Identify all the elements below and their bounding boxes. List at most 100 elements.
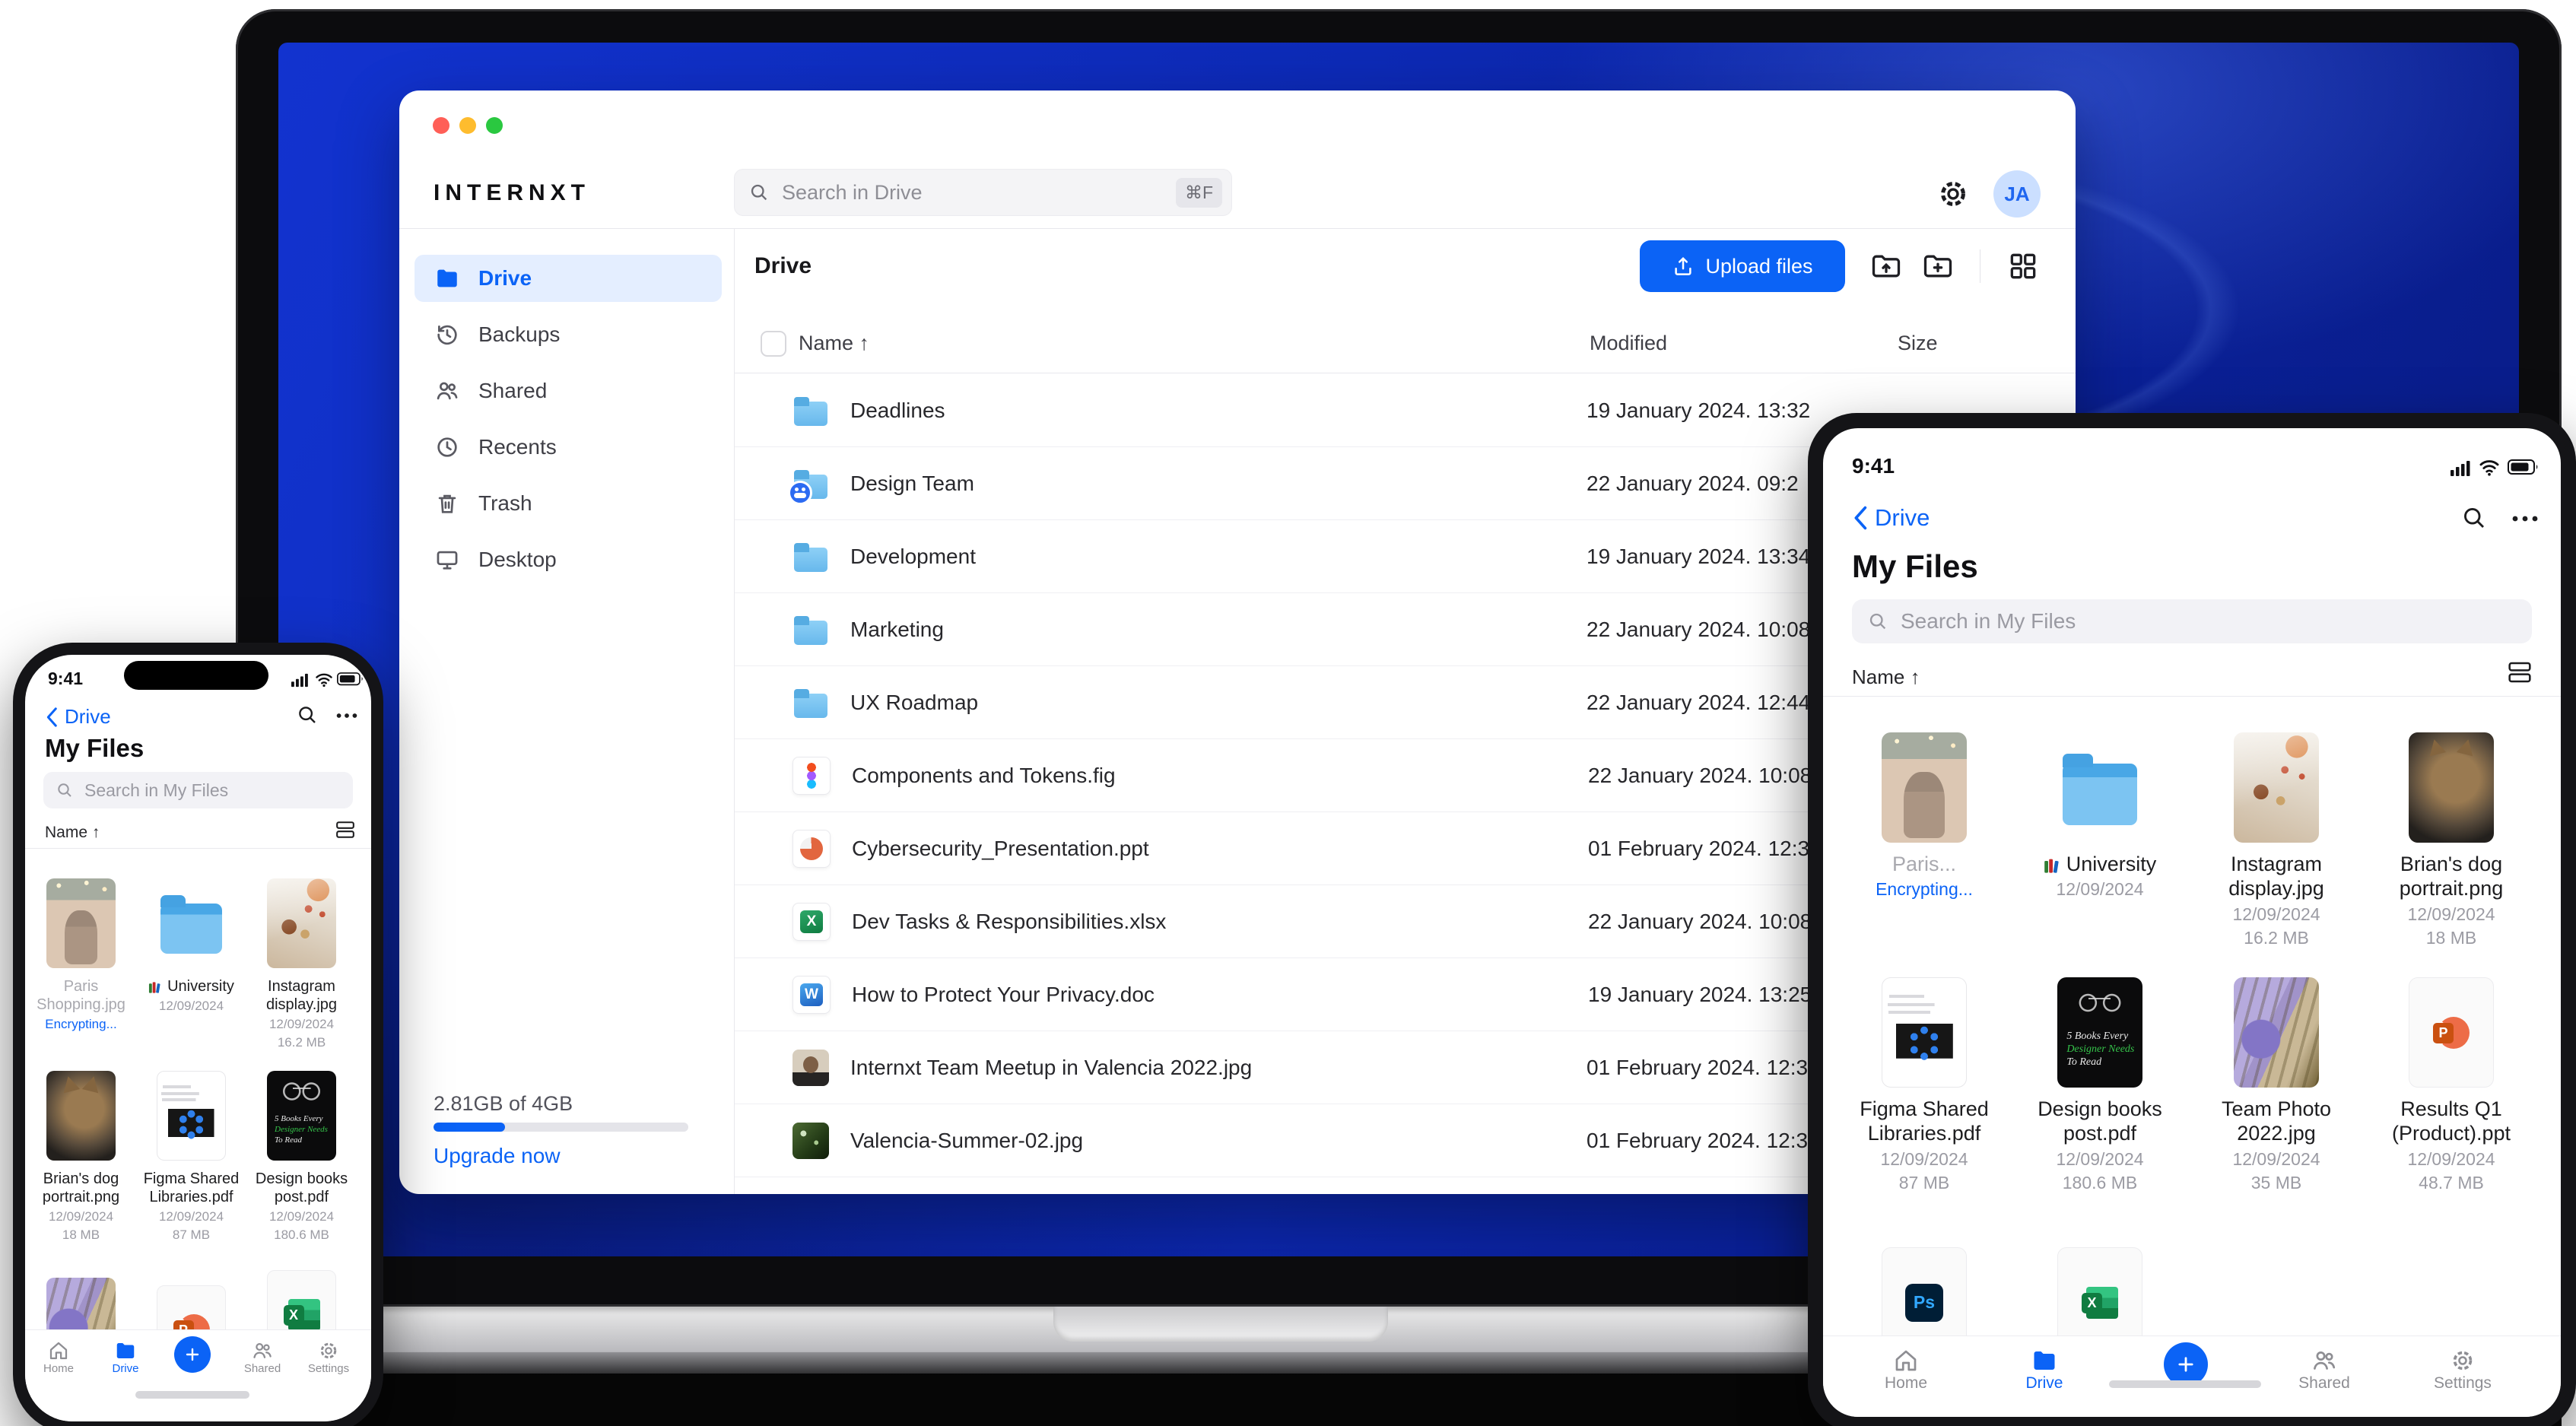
sidebar-item-backups[interactable]: Backups [415,311,722,358]
sidebar-item-label: Shared [478,379,548,402]
sidebar-item-recents[interactable]: Recents [415,424,722,471]
excel-icon: X [2082,1285,2118,1321]
sort-control[interactable]: Name ↑ [45,824,100,842]
file-date: 12/09/2024 [2056,879,2144,900]
wifi-icon [316,673,332,688]
tab-home[interactable]: Home [28,1339,89,1375]
grid-item-results-q1[interactable]: P Results Q1 (Product).ppt 12/09/2024 48… [2375,977,2527,1193]
battery-icon [2508,459,2539,476]
file-name: Design books post.pdf [255,1170,348,1205]
settings-gear-icon[interactable] [1936,176,1971,211]
search-input[interactable] [780,179,1176,205]
file-date: 12/09/2024 [2232,904,2320,924]
folder-name: University [136,977,246,996]
tab-drive[interactable]: Drive [95,1339,156,1375]
home-indicator[interactable] [2109,1380,2261,1388]
file-name: Marketing [850,617,944,641]
close-window-icon[interactable] [433,117,449,134]
home-indicator[interactable] [135,1391,249,1399]
tab-home[interactable]: Home [1868,1347,1944,1393]
upload-folder-icon[interactable] [1869,249,1903,283]
upload-files-button[interactable]: Upload files [1640,240,1845,292]
more-options-icon[interactable] [2511,515,2539,522]
select-all-checkbox[interactable] [761,331,786,357]
grid-item-team-photo[interactable]: Team Photo 2022.jpg 12/09/2024 35 MB [2200,977,2352,1193]
sidebar-item-label: Drive [478,266,532,290]
file-type-icon [788,465,829,505]
tab-settings[interactable]: Settings [2425,1347,2501,1393]
grid-item-dog[interactable]: Brian's dog portrait.png 12/09/2024 18 M… [26,1071,136,1243]
grid-item-design-books[interactable]: 5 Books Every Designer Needs To Read Des… [246,1071,357,1243]
file-logo-letter: W [800,983,823,1006]
column-header-size[interactable]: Size [1898,332,1938,355]
laptop-base-notch [1053,1307,1388,1342]
search-bar[interactable] [43,772,353,808]
avatar[interactable]: JA [1993,170,2041,218]
file-size: 87 MB [172,1228,211,1242]
file-date: 12/09/2024 [158,1209,224,1224]
home-icon [1895,1350,1917,1371]
file-modified: 01 February 2024. 12:3 [1587,1055,1809,1079]
file-name: Team Photo 2022.jpg [2221,1097,2332,1145]
search-icon[interactable] [296,703,319,726]
grid-item-university[interactable]: University 12/09/2024 [2024,732,2176,900]
search-icon[interactable] [2460,504,2488,532]
search-input[interactable] [83,779,341,802]
grid-item-university[interactable]: University 12/09/2024 [136,878,246,1014]
cover-text: To Read [2066,1056,2102,1069]
grid-item-design-books[interactable]: 5 Books Every Designer Needs To Read Des… [2024,977,2176,1193]
search-input[interactable] [1899,608,2517,634]
sort-control[interactable]: Name ↑ [1852,665,1920,689]
file-date: 12/09/2024 [48,1209,114,1224]
column-header-name[interactable]: Name ↑ [799,332,869,355]
add-button[interactable] [174,1336,211,1373]
grid-item-instagram[interactable]: Instagram display.jpg 12/09/2024 16.2 MB [2200,732,2352,948]
column-header-modified[interactable]: Modified [1590,332,1667,355]
chevron-left-icon [46,707,57,727]
file-name: Development [850,544,976,568]
file-name: Figma Shared Libraries.pdf [1860,1097,1989,1145]
upload-icon [1675,257,1692,275]
document-thumbnail [1882,977,1967,1088]
file-modified: 22 January 2024. 09:2 [1587,471,1799,495]
grid-item-paris[interactable]: Paris Shopping.jpg Encrypting... [26,878,136,1032]
sidebar-item-drive[interactable]: Drive [415,255,722,302]
photo-thumbnail [267,878,336,968]
monitor-icon [437,551,458,570]
drive-search-bar[interactable]: ⌘F [734,169,1232,216]
search-bar[interactable] [1852,599,2532,643]
grid-item-paris[interactable]: Paris... Encrypting... [1848,732,2000,900]
file-date: 12/09/2024 [268,1209,335,1224]
sidebar-item-trash[interactable]: Trash [415,480,722,527]
tab-shared[interactable]: Shared [2286,1347,2362,1393]
more-options-icon[interactable] [335,713,358,719]
tab-shared[interactable]: Shared [232,1339,293,1375]
grid-item-figma-pdf[interactable]: Figma Shared Libraries.pdf 12/09/2024 87… [1848,977,2000,1193]
file-size: 16.2 MB [277,1035,326,1050]
grid-item-figma-pdf[interactable]: Figma Shared Libraries.pdf 12/09/2024 87… [136,1071,246,1243]
people-icon [2314,1351,2336,1370]
grid-item-instagram[interactable]: Instagram display.jpg 12/09/2024 16.2 MB [246,878,357,1050]
sidebar-item-label: Desktop [478,548,557,571]
sort-ascending-icon: ↑ [859,332,870,354]
file-modified: 19 January 2024. 13:34 [1587,544,1811,568]
tab-settings[interactable]: Settings [298,1339,359,1375]
minimize-window-icon[interactable] [459,117,476,134]
back-button[interactable]: Drive [1852,504,1930,532]
sidebar-item-desktop[interactable]: Desktop [415,536,722,583]
list-view-toggle-icon[interactable] [2508,661,2532,684]
list-view-toggle-icon[interactable] [335,821,355,839]
new-folder-icon[interactable] [1921,249,1955,283]
storage-progress-fill [434,1123,505,1132]
grid-item-dog[interactable]: Brian's dog portrait.png 12/09/2024 18 M… [2375,732,2527,948]
zoom-window-icon[interactable] [486,117,503,134]
document-thumbnail: 5 Books Every Designer Needs To Read [2057,977,2142,1088]
sidebar-item-shared[interactable]: Shared [415,367,722,414]
back-button[interactable]: Drive [45,705,111,729]
grid-view-icon[interactable] [2006,249,2040,283]
sort-ascending-icon: ↑ [91,824,100,841]
tab-drive[interactable]: Drive [2006,1347,2082,1393]
storage-usage-label: 2.81GB of 4GB [434,1092,573,1115]
marketing-composite: INTERNXT ⌘F JA Drive Backups [0,0,2576,1426]
upgrade-link[interactable]: Upgrade now [434,1144,561,1168]
